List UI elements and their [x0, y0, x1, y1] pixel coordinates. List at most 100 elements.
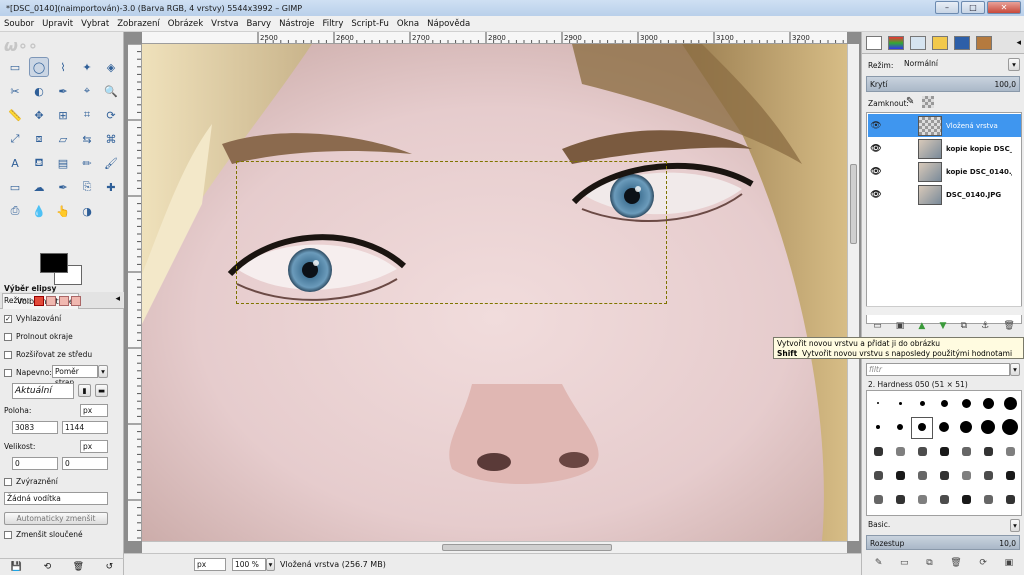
edit-brush-icon[interactable]: ✎: [875, 558, 883, 568]
tool-fuzzy-select-icon[interactable]: ✦: [77, 57, 97, 77]
spacing-slider[interactable]: Rozestup 10,0: [866, 535, 1020, 550]
vertical-ruler[interactable]: [128, 44, 142, 541]
tool-paths-icon[interactable]: ✒: [53, 81, 73, 101]
brush-sample[interactable]: [895, 470, 905, 480]
brush-sample[interactable]: [983, 446, 993, 456]
brush-sample[interactable]: [939, 422, 949, 432]
mode-replace-button[interactable]: [33, 296, 44, 306]
tool-perspective-icon[interactable]: ▱: [53, 129, 73, 149]
tool-zoom-icon[interactable]: 🔍: [101, 81, 121, 101]
brush-sample[interactable]: [1002, 419, 1018, 435]
brush-filter-input[interactable]: filtr: [866, 363, 1010, 376]
antialias-checkbox[interactable]: ✓ Vyhlazování: [4, 314, 61, 323]
position-unit-select[interactable]: px: [80, 404, 108, 417]
brushes-tab-icon[interactable]: [976, 35, 992, 50]
brush-sample[interactable]: [876, 425, 880, 429]
brush-grid[interactable]: [866, 390, 1022, 516]
highlight-checkbox[interactable]: Zvýraznění: [4, 477, 58, 486]
brush-sample[interactable]: [877, 402, 879, 404]
brush-sample[interactable]: [961, 470, 971, 480]
save-options-icon[interactable]: 💾: [11, 562, 22, 572]
delete-brush-icon[interactable]: 🗑: [950, 558, 961, 568]
tool-flip-icon[interactable]: ⇆: [77, 129, 97, 149]
tool-ink-icon[interactable]: ✒: [53, 177, 73, 197]
tool-measure-icon[interactable]: 📏: [5, 105, 25, 125]
new-layer-group-icon[interactable]: ▣: [896, 321, 905, 331]
brush-sample[interactable]: [983, 470, 993, 480]
layer-row-2[interactable]: 👁 kopie DSC_0140.JPG: [868, 160, 1021, 183]
menu-napoveda[interactable]: Nápověda: [423, 19, 474, 29]
brush-sample[interactable]: [873, 470, 883, 480]
shrink-merged-checkbox[interactable]: Zmenšit sloučené: [4, 530, 83, 539]
tool-cage-icon[interactable]: ⌘: [101, 129, 121, 149]
tool-perspective-clone-icon[interactable]: ⎙: [5, 201, 25, 221]
menu-zobrazeni[interactable]: Zobrazení: [113, 19, 164, 29]
new-layer-icon[interactable]: ▭: [873, 321, 882, 331]
brush-sample[interactable]: [983, 494, 993, 504]
foreground-color-swatch[interactable]: [40, 253, 68, 273]
menu-soubor[interactable]: Soubor: [0, 19, 38, 29]
brush-sample[interactable]: [940, 399, 948, 407]
mode-subtract-button[interactable]: [58, 296, 69, 306]
maximize-button[interactable]: □: [961, 1, 985, 14]
tool-heal-icon[interactable]: ✚: [101, 177, 121, 197]
filter-dropdown-icon[interactable]: ▾: [1010, 363, 1020, 376]
channels-tab-icon[interactable]: [888, 35, 904, 50]
tool-move-icon[interactable]: ✥: [29, 105, 49, 125]
brush-sample[interactable]: [939, 446, 949, 456]
restore-options-icon[interactable]: ⟲: [44, 562, 52, 572]
visibility-eye-icon[interactable]: 👁: [868, 121, 884, 131]
tool-scale-icon[interactable]: ⤢: [5, 129, 25, 149]
menu-okna[interactable]: Okna: [393, 19, 423, 29]
brush-sample[interactable]: [873, 494, 883, 504]
raise-layer-icon[interactable]: ▲: [918, 321, 925, 331]
close-button[interactable]: ✕: [987, 1, 1021, 14]
brush-as-image-icon[interactable]: ▣: [1005, 558, 1014, 568]
brush-sample[interactable]: [981, 420, 995, 434]
hscroll-thumb[interactable]: [442, 544, 612, 551]
tool-eraser-icon[interactable]: ▭: [5, 177, 25, 197]
brush-preset-select[interactable]: Basic.: [866, 519, 1010, 532]
layer-mode-select[interactable]: Normální: [902, 58, 1008, 71]
menu-obrazek[interactable]: Obrázek: [164, 19, 207, 29]
menu-script-fu[interactable]: Script-Fu: [347, 19, 393, 29]
brush-sample[interactable]: [917, 446, 927, 456]
tool-pencil-icon[interactable]: ✏: [77, 153, 97, 173]
tab-menu-icon[interactable]: ◂: [115, 294, 120, 304]
current-value-field[interactable]: Aktuální: [12, 383, 74, 399]
delete-layer-icon[interactable]: 🗑: [1003, 321, 1014, 331]
expand-center-checkbox[interactable]: Rozšiřovat ze středu: [4, 350, 92, 359]
brush-sample[interactable]: [897, 424, 903, 430]
lock-alpha-icon[interactable]: [922, 96, 934, 108]
tool-bucket-fill-icon[interactable]: ⛾: [29, 153, 49, 173]
layer-mode-dropdown-icon[interactable]: ▾: [1008, 58, 1020, 71]
portrait-icon[interactable]: ▮: [78, 384, 91, 397]
visibility-eye-icon[interactable]: 👁: [868, 144, 884, 154]
brush-sample[interactable]: [961, 398, 971, 408]
visibility-eye-icon[interactable]: 👁: [868, 190, 884, 200]
unit-select[interactable]: px: [194, 558, 226, 571]
tool-airbrush-icon[interactable]: ☁: [29, 177, 49, 197]
brush-sample[interactable]: [895, 446, 905, 456]
ellipse-selection-marquee[interactable]: [236, 161, 667, 304]
reset-options-icon[interactable]: ↺: [106, 562, 114, 572]
tool-dodge-burn-icon[interactable]: ◑: [77, 201, 97, 221]
layer-row-0[interactable]: 👁 Vložená vrstva: [868, 114, 1021, 137]
fixed-checkbox[interactable]: Napevno:: [4, 368, 52, 377]
feather-checkbox[interactable]: Prolnout okraje: [4, 332, 73, 341]
tool-ellipse-select-icon[interactable]: ◯: [29, 57, 49, 77]
tool-paintbrush-icon[interactable]: 🖌: [101, 153, 121, 173]
new-brush-icon[interactable]: ▭: [900, 558, 909, 568]
size-width-field[interactable]: 0: [12, 457, 58, 470]
menu-nastroje[interactable]: Nástroje: [275, 19, 318, 29]
menu-upravit[interactable]: Upravit: [38, 19, 77, 29]
tool-rotate-icon[interactable]: ⟳: [101, 105, 121, 125]
duplicate-brush-icon[interactable]: ⧉: [926, 558, 932, 568]
brush-sample[interactable]: [960, 421, 972, 433]
brush-sample[interactable]: [1005, 470, 1015, 480]
layers-tab-icon[interactable]: [866, 35, 882, 50]
zoom-dropdown-icon[interactable]: ▾: [266, 558, 275, 571]
brush-sample[interactable]: [917, 494, 927, 504]
delete-options-icon[interactable]: 🗑: [73, 562, 84, 572]
fixed-mode-select[interactable]: Poměr stran: [52, 365, 98, 387]
